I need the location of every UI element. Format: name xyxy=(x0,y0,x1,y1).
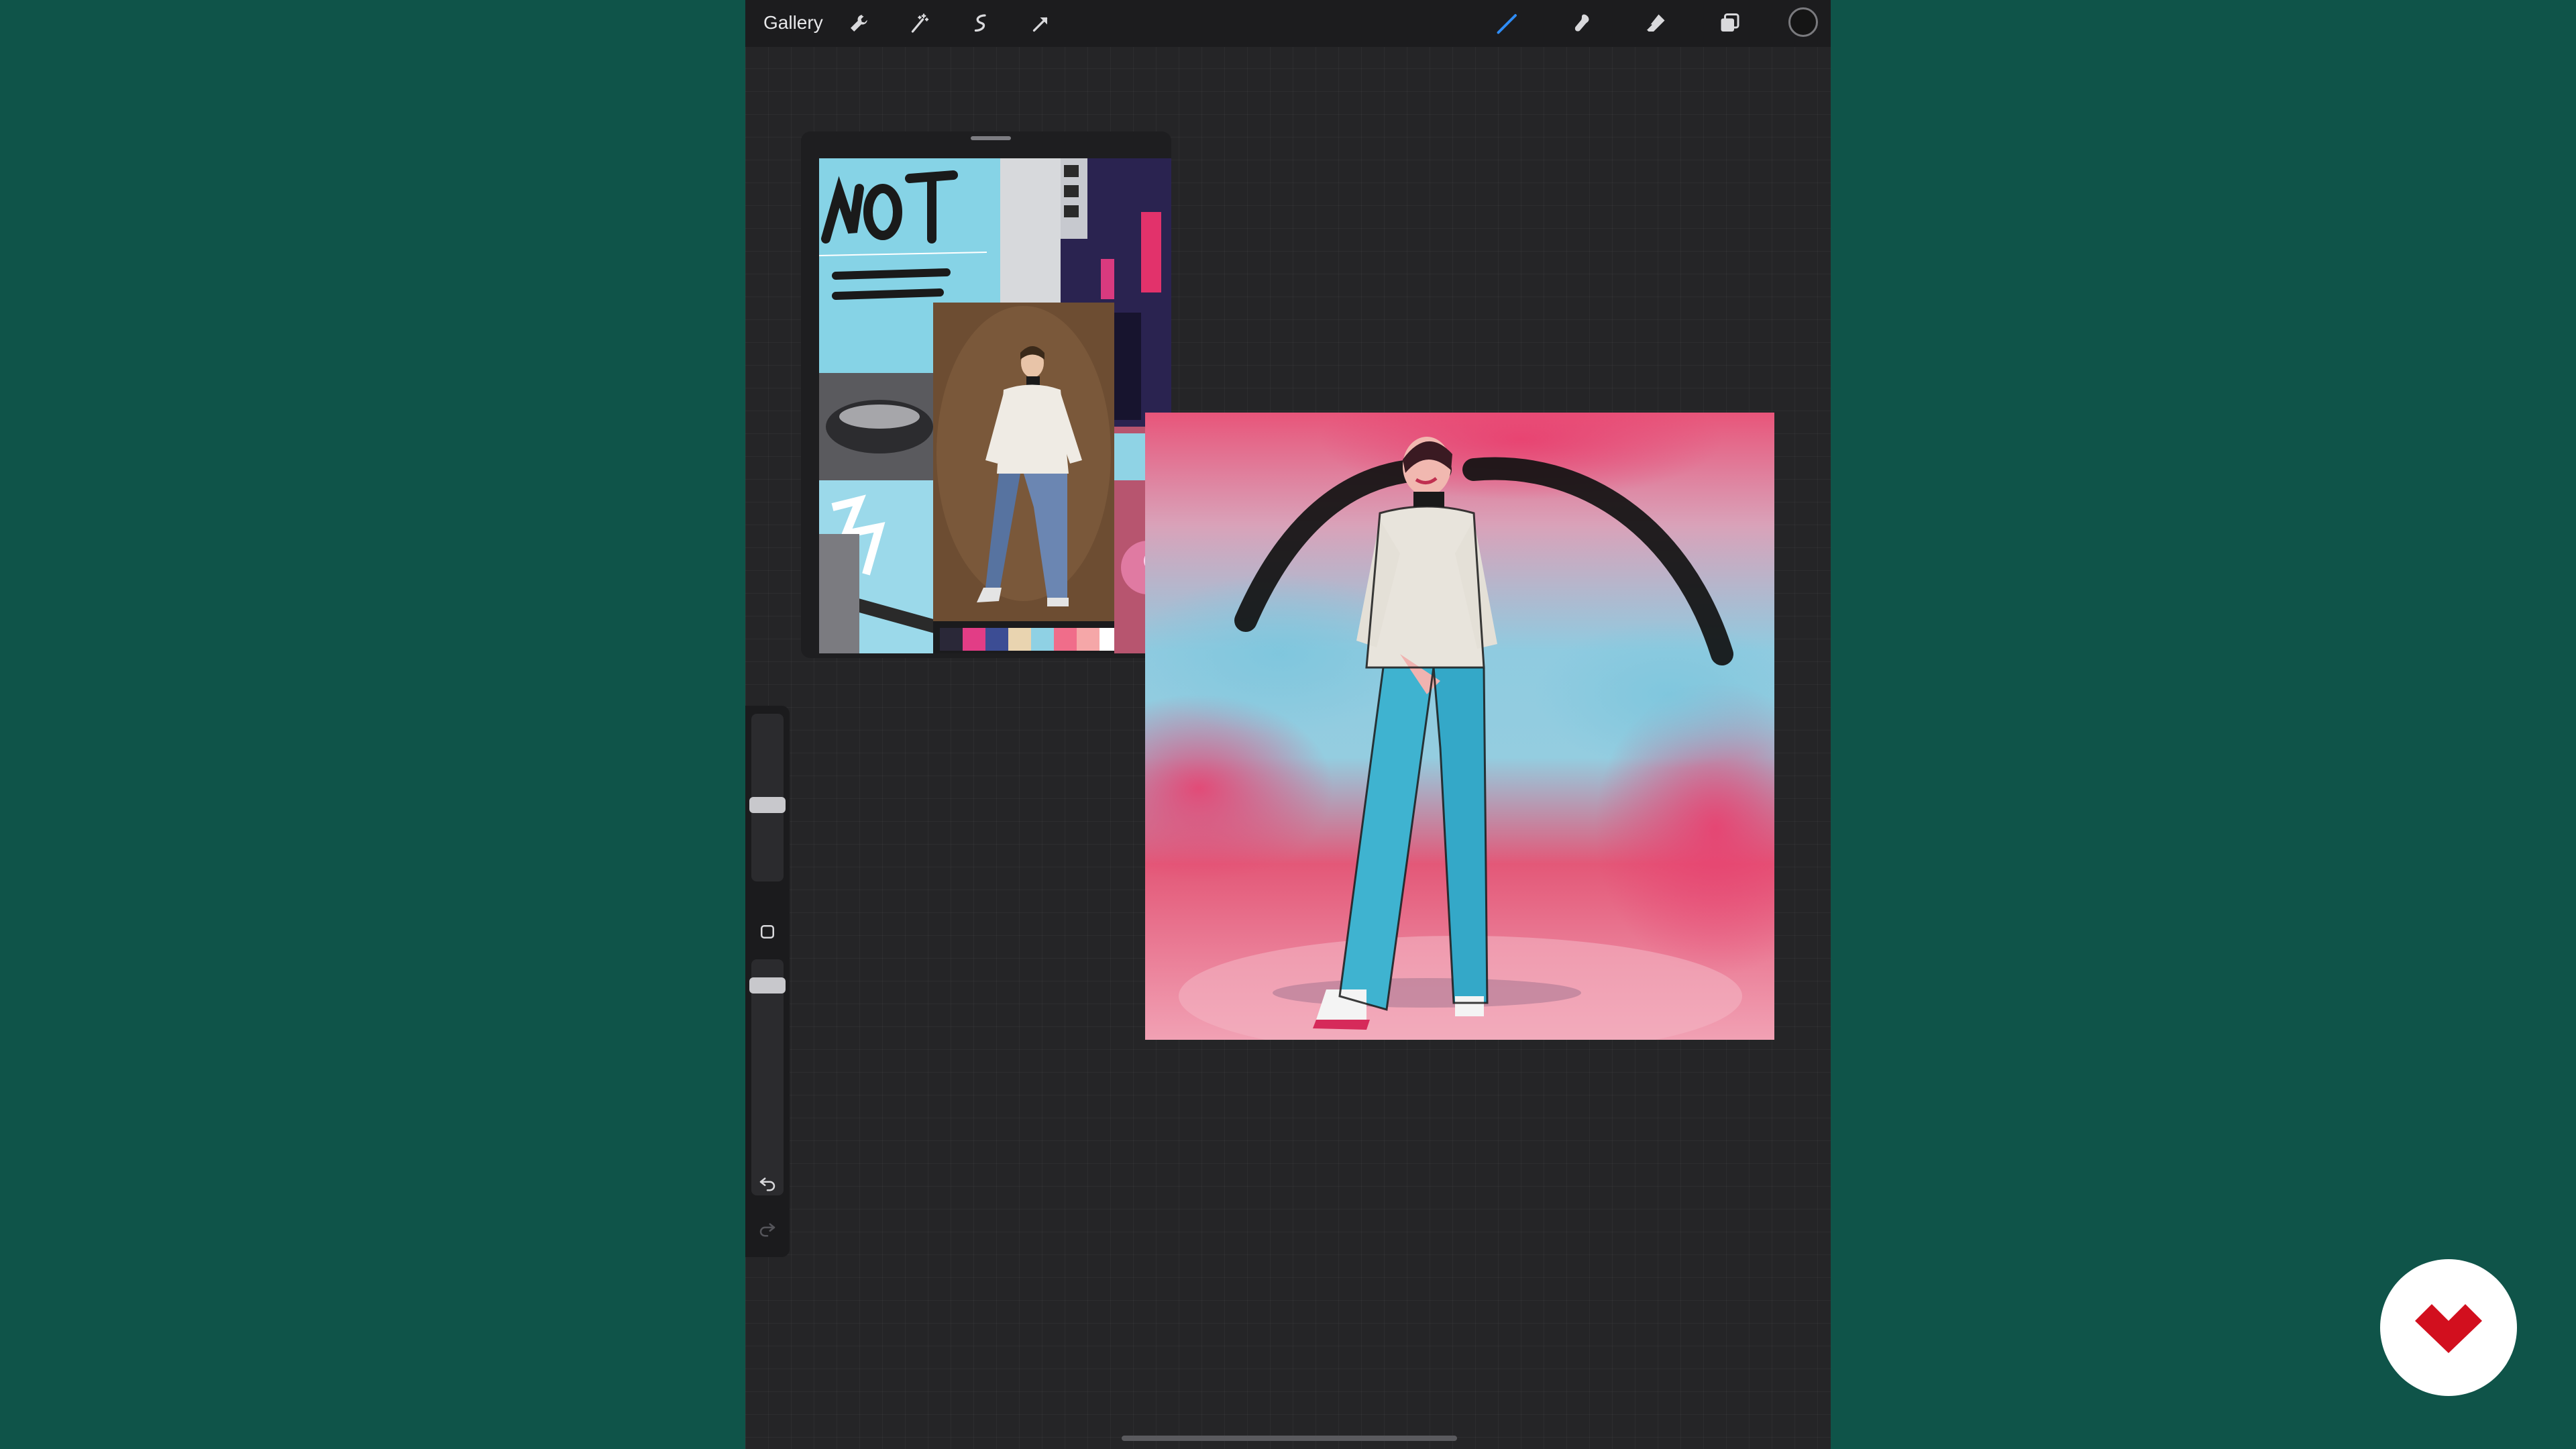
reference-drag-handle[interactable] xyxy=(971,136,1011,140)
transform-arrow-icon[interactable] xyxy=(1027,9,1055,38)
home-indicator[interactable] xyxy=(1122,1436,1457,1441)
smudge-icon[interactable] xyxy=(1568,9,1596,38)
layers-icon[interactable] xyxy=(1716,9,1744,38)
undo-icon[interactable] xyxy=(753,1169,782,1197)
brush-size-slider-thumb[interactable] xyxy=(749,797,786,813)
gallery-button[interactable]: Gallery xyxy=(763,12,823,34)
brand-logo xyxy=(2380,1259,2517,1396)
magic-wand-icon[interactable] xyxy=(906,9,934,38)
color-picker-button[interactable] xyxy=(1788,7,1818,37)
redo-icon[interactable] xyxy=(753,1214,782,1242)
procreate-app: Gallery xyxy=(745,0,1831,1449)
wrench-icon[interactable] xyxy=(845,9,873,38)
selection-icon[interactable] xyxy=(967,9,995,38)
opacity-slider[interactable] xyxy=(751,959,784,1195)
modify-button-icon[interactable] xyxy=(753,918,782,946)
top-toolbar: Gallery xyxy=(745,0,1831,47)
left-sidebar xyxy=(745,706,790,1257)
opacity-slider-thumb[interactable] xyxy=(749,977,786,994)
artwork-canvas[interactable] xyxy=(1145,413,1774,1040)
reference-window[interactable] xyxy=(801,131,1171,658)
eraser-icon[interactable] xyxy=(1642,9,1670,38)
brand-logo-icon xyxy=(2415,1304,2482,1353)
brush-icon[interactable] xyxy=(1493,9,1521,38)
reference-moodboard-image xyxy=(819,158,1171,653)
